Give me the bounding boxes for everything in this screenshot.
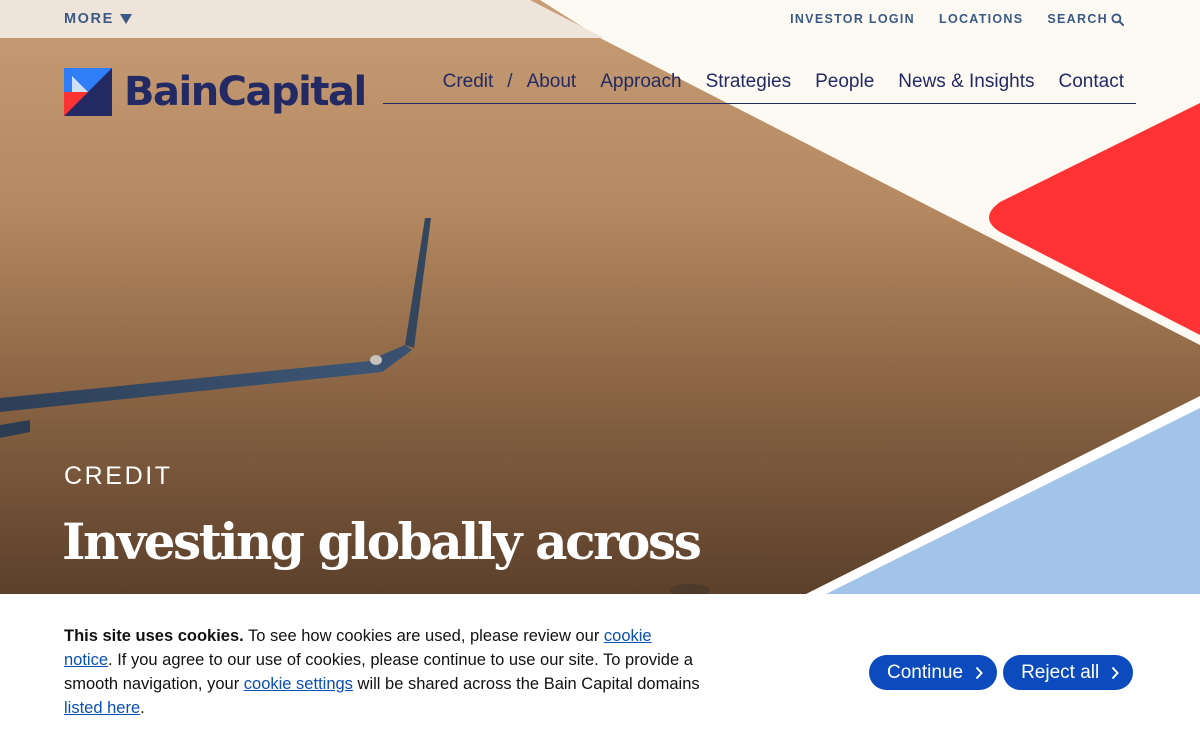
hero-title: Investing globally across (62, 512, 702, 571)
utility-bar: MORE INVESTOR LOGIN LOCATIONS SEARCH (0, 0, 1200, 38)
search-icon (1111, 12, 1124, 26)
hero-eyebrow: CREDIT (64, 462, 173, 490)
cookie-settings-link[interactable]: cookie settings (244, 675, 353, 693)
cookie-text-1: To see how cookies are used, please revi… (243, 627, 604, 645)
main-navigation: Credit / About Approach Strategies Peopl… (383, 60, 1136, 104)
nav-items: Credit / About Approach Strategies Peopl… (443, 71, 1124, 93)
nav-item-about[interactable]: About (527, 71, 577, 93)
caret-down-icon (119, 14, 132, 24)
cookie-message: This site uses cookies. To see how cooki… (64, 624, 704, 720)
chevron-right-icon (975, 666, 983, 679)
cookie-text-3: will be shared across the Bain Capital d… (352, 675, 700, 693)
nav-item-people[interactable]: People (815, 71, 874, 93)
chevron-right-icon (1111, 666, 1120, 679)
cookie-heading: This site uses cookies. (64, 627, 244, 645)
nav-item-approach[interactable]: Approach (600, 71, 681, 93)
cookie-banner: This site uses cookies. To see how cooki… (0, 594, 1200, 750)
nav-item-credit[interactable]: Credit (443, 71, 494, 93)
investor-login-link[interactable]: INVESTOR LOGIN (790, 12, 915, 26)
cookie-actions: Continue Reject all (869, 655, 1134, 690)
reject-all-button[interactable]: Reject all (1003, 655, 1134, 690)
reject-all-label: Reject all (1021, 661, 1100, 683)
nav-item-contact[interactable]: Contact (1059, 71, 1124, 93)
nav-separator: / (507, 71, 513, 92)
bain-capital-logo[interactable]: BainCapital (64, 68, 367, 116)
locations-link[interactable]: LOCATIONS (939, 12, 1023, 26)
logo-wordmark: BainCapital (124, 69, 367, 115)
utility-links: INVESTOR LOGIN LOCATIONS SEARCH (790, 12, 1124, 26)
bain-capital-logo-mark (64, 68, 112, 116)
nav-item-news-insights[interactable]: News & Insights (898, 71, 1034, 93)
cookie-text-4: . (140, 699, 145, 717)
more-menu-button[interactable]: MORE (64, 11, 132, 27)
continue-button[interactable]: Continue (869, 655, 998, 690)
nav-item-strategies[interactable]: Strategies (706, 71, 792, 93)
continue-label: Continue (887, 661, 964, 683)
search-button[interactable]: SEARCH (1047, 12, 1124, 26)
more-label: MORE (64, 11, 114, 27)
listed-here-link[interactable]: listed here (64, 699, 140, 717)
search-label: SEARCH (1047, 12, 1108, 26)
